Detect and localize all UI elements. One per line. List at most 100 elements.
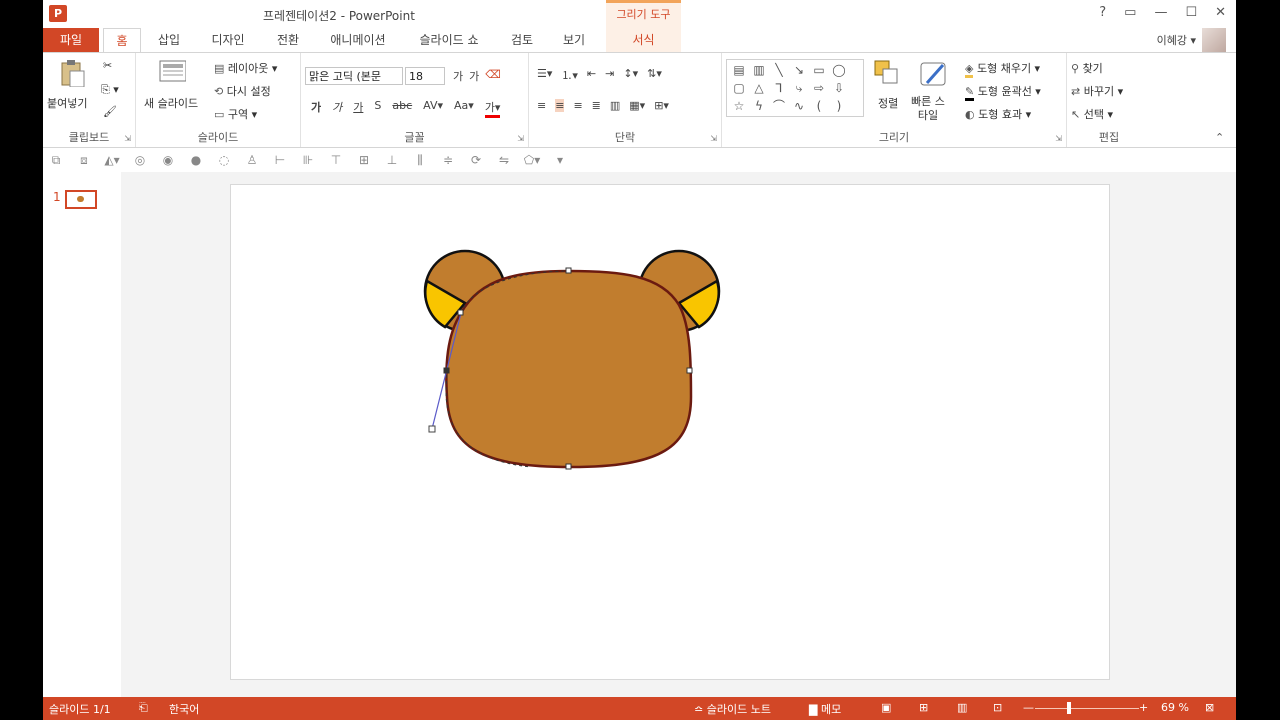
help-button[interactable]: ? (1099, 5, 1106, 20)
zoom-out-button[interactable]: — (1023, 701, 1034, 714)
language-status[interactable]: 한국어 (169, 701, 199, 717)
format-painter-icon[interactable]: 🖌 (103, 105, 117, 118)
numbering-icon[interactable]: ⒈▾ (561, 67, 578, 83)
shrink-font-icon[interactable]: 가 (469, 68, 479, 84)
customize-toolbar-icon[interactable]: ▾ (551, 153, 569, 167)
edit-point[interactable] (443, 367, 450, 374)
user-name[interactable]: 이혜강 ▾ (1157, 32, 1196, 48)
bullets-icon[interactable]: ☰▾ (537, 67, 552, 83)
shape-outline-button[interactable]: ✎ 도형 윤곽선 ▾ (965, 83, 1041, 101)
rectangle-shape-icon[interactable]: ▭ (809, 61, 829, 79)
select-button[interactable]: ↖ 선택 ▾ (1071, 106, 1113, 122)
spellcheck-icon[interactable]: ⎗ (139, 701, 148, 715)
font-color-icon[interactable]: 가▾ (484, 99, 501, 118)
edit-shape-icon[interactable]: ⬠▾ (523, 153, 541, 167)
maximize-button[interactable]: ☐ (1185, 5, 1197, 20)
edit-point[interactable] (686, 367, 693, 374)
char-spacing-icon[interactable]: AV▾ (423, 99, 443, 118)
align-left-icon[interactable]: ≡ (537, 99, 546, 112)
align-top-objects-icon[interactable]: ⊤ (327, 153, 345, 167)
find-button[interactable]: ⚲ 찾기 (1071, 60, 1103, 76)
line-shape-icon[interactable]: ╲ (769, 61, 789, 79)
align-left-objects-icon[interactable]: ⊢ (271, 153, 289, 167)
tab-slideshow[interactable]: 슬라이드 쇼 (411, 28, 487, 52)
elbow-arrow-shape-icon[interactable]: ⤷ (789, 79, 809, 97)
left-brace-shape-icon[interactable]: ( (809, 97, 829, 115)
tab-format[interactable]: 서식 (606, 28, 681, 52)
elbow-connector-shape-icon[interactable]: ⅂ (769, 79, 789, 97)
triangle-shape-icon[interactable]: △ (749, 79, 769, 97)
tab-view[interactable]: 보기 (555, 28, 593, 52)
lightning-shape-icon[interactable]: ϟ (749, 97, 769, 115)
copy-icon[interactable]: ⎘ ▾ (101, 83, 119, 97)
change-case-icon[interactable]: Aa▾ (454, 99, 474, 118)
tab-insert[interactable]: 삽입 (149, 28, 189, 52)
decrease-indent-icon[interactable]: ⇤ (587, 67, 596, 83)
align-bottom-objects-icon[interactable]: ⊥ (383, 153, 401, 167)
align-center-objects-icon[interactable]: ⊪ (299, 153, 317, 167)
close-button[interactable]: ✕ (1215, 5, 1226, 20)
slideshow-view-icon[interactable]: ⊡ (993, 701, 1002, 714)
star-shape-icon[interactable]: ☆ (729, 97, 749, 115)
curve-shape-icon[interactable]: ⌒ (769, 97, 789, 115)
increase-indent-icon[interactable]: ⇥ (605, 67, 614, 83)
tab-home[interactable]: 홈 (103, 28, 141, 52)
rotate-icon[interactable]: ⟳ (467, 153, 485, 167)
ribbon-display-options-button[interactable]: ▭ (1124, 5, 1136, 20)
bezier-handle-point[interactable] (428, 425, 436, 433)
quick-styles-button[interactable]: 빠른 스타일 (908, 95, 948, 123)
subtract-icon[interactable]: ● (187, 153, 205, 167)
layout-button[interactable]: ▤ 레이아웃 ▾ (214, 60, 277, 76)
replace-button[interactable]: ⇄ 바꾸기 ▾ (1071, 83, 1123, 99)
avatar[interactable] (1202, 28, 1226, 52)
normal-view-icon[interactable]: ▣ (881, 701, 891, 714)
right-arrow-shape-icon[interactable]: ⇨ (809, 79, 829, 97)
underline-icon[interactable]: 가 (353, 99, 363, 118)
zoom-slider-thumb[interactable] (1067, 702, 1071, 714)
font-name-combo[interactable]: 맑은 고딕 (본문 (305, 67, 403, 85)
arrow-line-shape-icon[interactable]: ↘ (789, 61, 809, 79)
new-slide-button[interactable]: 새 슬라이드 (144, 95, 198, 111)
vertical-textbox-shape-icon[interactable]: ▥ (749, 61, 769, 79)
clipboard-launcher-icon[interactable]: ⇲ (124, 134, 131, 143)
smartart-icon[interactable]: ⊞▾ (654, 99, 669, 112)
arrange-button[interactable]: 정렬 (878, 95, 898, 111)
paste-icon[interactable] (58, 59, 86, 87)
drawing-launcher-icon[interactable]: ⇲ (1055, 134, 1062, 143)
align-right-icon[interactable]: ≡ (573, 99, 582, 112)
bear-face-shape[interactable] (445, 269, 693, 469)
right-brace-shape-icon[interactable]: ) (829, 97, 849, 115)
distribute-v-icon[interactable]: ≑ (439, 153, 457, 167)
paragraph-launcher-icon[interactable]: ⇲ (710, 134, 717, 143)
combine-icon[interactable]: ◭▾ (103, 153, 121, 167)
columns-icon[interactable]: ▥ (610, 99, 620, 112)
align-center-icon[interactable]: ≡ (555, 99, 565, 112)
zoom-slider[interactable] (1035, 708, 1139, 709)
align-middle-objects-icon[interactable]: ⊞ (355, 153, 373, 167)
tab-file[interactable]: 파일 (43, 28, 99, 52)
group-icon[interactable]: ◌ (215, 153, 233, 167)
edit-point[interactable] (565, 267, 572, 274)
arrange-icon[interactable] (873, 59, 901, 87)
slide-thumbnail[interactable] (65, 190, 97, 209)
slide-count-status[interactable]: 슬라이드 1/1 (49, 701, 111, 717)
down-arrow-shape-icon[interactable]: ⇩ (829, 79, 849, 97)
fragment-icon[interactable]: ◎ (131, 153, 149, 167)
tab-transitions[interactable]: 전환 (268, 28, 308, 52)
tab-animations[interactable]: 애니메이션 (323, 28, 393, 52)
grow-font-icon[interactable]: 가 (453, 68, 463, 84)
flip-icon[interactable]: ⇋ (495, 153, 513, 167)
freeform-shape-icon[interactable]: ∿ (789, 97, 809, 115)
fit-to-window-icon[interactable]: ⊠ (1205, 701, 1214, 714)
comments-button[interactable]: ▇ 메모 (809, 701, 841, 717)
line-spacing-icon[interactable]: ↕▾ (623, 67, 638, 83)
zoom-level[interactable]: 69 % (1161, 701, 1189, 714)
paste-button[interactable]: 붙여넣기 (47, 95, 87, 111)
cut-icon[interactable]: ✂ (103, 59, 112, 72)
edit-point[interactable] (457, 309, 464, 316)
italic-icon[interactable]: 가 (332, 99, 342, 118)
shape-fill-button[interactable]: ◈ 도형 채우기 ▾ (965, 60, 1040, 78)
shape-effects-button[interactable]: ◐ 도형 효과 ▾ (965, 106, 1031, 122)
person-icon[interactable]: ♙ (243, 153, 261, 167)
slide-canvas[interactable] (230, 184, 1110, 680)
